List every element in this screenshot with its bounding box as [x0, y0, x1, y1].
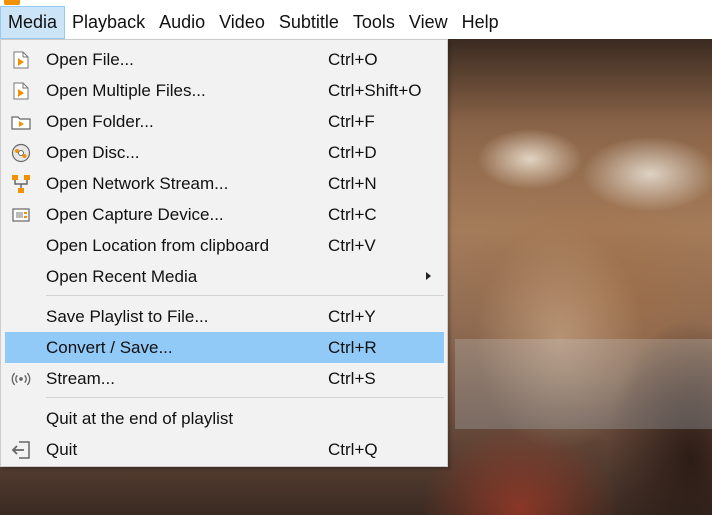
menu-item-label: Open Network Stream... — [46, 174, 229, 193]
folder-icon — [11, 112, 31, 132]
menu-separator — [46, 295, 444, 296]
menu-bar: Media Playback Audio Video Subtitle Tool… — [0, 6, 712, 39]
menu-item-shortcut: Ctrl+F — [328, 112, 375, 131]
menu-help[interactable]: Help — [455, 6, 506, 39]
network-icon — [11, 174, 31, 194]
menu-video[interactable]: Video — [212, 6, 272, 39]
open-file-icon — [11, 50, 31, 70]
menu-item-label: Quit at the end of playlist — [46, 409, 234, 428]
menu-item-label: Open File... — [46, 50, 134, 69]
menu-view[interactable]: View — [402, 6, 455, 39]
quit-icon — [11, 440, 31, 460]
menu-item-shortcut: Ctrl+R — [328, 338, 377, 357]
menu-item-label: Open Folder... — [46, 112, 154, 131]
disc-icon — [11, 143, 31, 163]
menu-item-open-network-stream[interactable]: Open Network Stream... Ctrl+N — [5, 168, 444, 199]
menu-item-open-location-clipboard[interactable]: Open Location from clipboard Ctrl+V — [5, 230, 444, 261]
menu-item-shortcut: Ctrl+Y — [328, 307, 376, 326]
menu-item-open-recent-media[interactable]: Open Recent Media — [5, 261, 444, 292]
menu-item-open-multiple-files[interactable]: Open Multiple Files... Ctrl+Shift+O — [5, 75, 444, 106]
menu-item-open-disc[interactable]: Open Disc... Ctrl+D — [5, 137, 444, 168]
menu-item-label: Open Recent Media — [46, 267, 198, 286]
menu-item-label: Stream... — [46, 369, 115, 388]
capture-device-icon — [11, 205, 31, 225]
menu-item-shortcut: Ctrl+N — [328, 174, 377, 193]
menu-item-shortcut: Ctrl+C — [328, 205, 377, 224]
menu-item-shortcut: Ctrl+Shift+O — [328, 81, 422, 100]
menu-audio[interactable]: Audio — [152, 6, 212, 39]
video-frame-detail — [455, 339, 712, 429]
menu-subtitle[interactable]: Subtitle — [272, 6, 346, 39]
menu-item-open-folder[interactable]: Open Folder... Ctrl+F — [5, 106, 444, 137]
menu-item-label: Open Location from clipboard — [46, 236, 270, 255]
menu-item-label: Open Capture Device... — [46, 205, 224, 224]
menu-item-label: Quit — [46, 440, 78, 459]
menu-item-quit-end-playlist[interactable]: Quit at the end of playlist — [5, 403, 444, 434]
menu-media[interactable]: Media — [0, 6, 66, 39]
menu-item-label: Convert / Save... — [46, 338, 173, 357]
menu-item-shortcut: Ctrl+S — [328, 369, 376, 388]
menu-tools[interactable]: Tools — [346, 6, 402, 39]
menu-item-quit[interactable]: Quit Ctrl+Q — [5, 434, 444, 465]
menu-item-save-playlist[interactable]: Save Playlist to File... Ctrl+Y — [5, 301, 444, 332]
menu-playback[interactable]: Playback — [65, 6, 152, 39]
menu-item-open-capture-device[interactable]: Open Capture Device... Ctrl+C — [5, 199, 444, 230]
menu-item-stream[interactable]: Stream... Ctrl+S — [5, 363, 444, 394]
menu-item-label: Open Disc... — [46, 143, 140, 162]
menu-item-label: Save Playlist to File... — [46, 307, 209, 326]
media-menu-dropdown: Open File... Ctrl+O Open Multiple Files.… — [0, 39, 448, 467]
menu-item-convert-save[interactable]: Convert / Save... Ctrl+R — [5, 332, 444, 363]
stream-icon — [11, 369, 31, 389]
open-multiple-files-icon — [11, 81, 31, 101]
submenu-arrow-icon — [426, 272, 431, 280]
menu-item-label: Open Multiple Files... — [46, 81, 206, 100]
menu-item-shortcut: Ctrl+Q — [328, 440, 378, 459]
menu-item-shortcut: Ctrl+D — [328, 143, 377, 162]
menu-item-shortcut: Ctrl+V — [328, 236, 376, 255]
menu-item-shortcut: Ctrl+O — [328, 50, 378, 69]
vlc-cone-icon — [4, 0, 20, 5]
menu-item-open-file[interactable]: Open File... Ctrl+O — [5, 44, 444, 75]
menu-separator — [46, 397, 444, 398]
